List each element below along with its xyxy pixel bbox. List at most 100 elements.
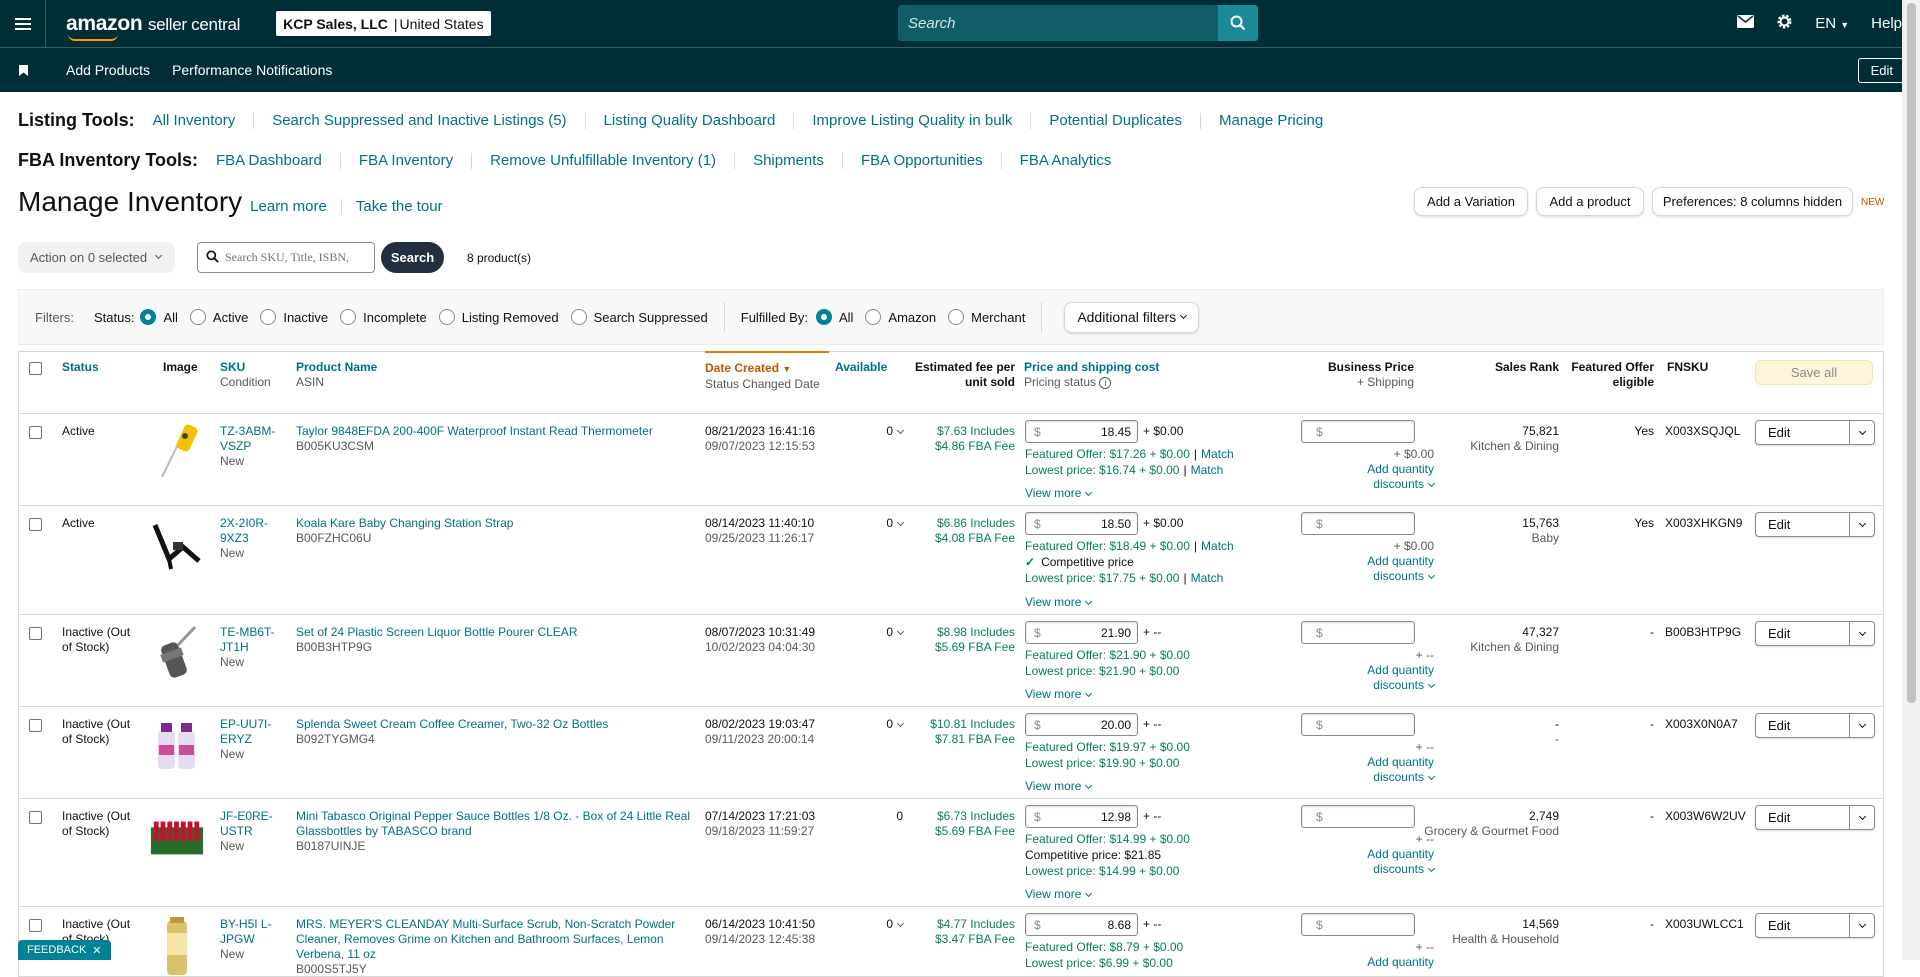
row-fee-total[interactable]: $7.63 Includes — [911, 424, 1015, 439]
row-available[interactable]: 0 — [859, 516, 905, 531]
add-variation-button[interactable]: Add a Variation — [1414, 187, 1528, 216]
link-all-inventory[interactable]: All Inventory — [153, 112, 255, 129]
inventory-search-input[interactable] — [225, 250, 365, 265]
row-available[interactable]: 0 — [859, 625, 905, 640]
help-link[interactable]: Help — [1871, 15, 1902, 32]
row-edit-button[interactable]: Edit — [1755, 420, 1875, 445]
status-search-suppressed-radio[interactable]: Search Suppressed — [570, 309, 708, 325]
match-link[interactable]: Match — [1201, 447, 1234, 461]
link-search-suppressed[interactable]: Search Suppressed and Inactive Listings … — [254, 112, 586, 129]
fulfilled-merchant-radio[interactable]: Merchant — [948, 309, 1025, 325]
col-price[interactable]: Price and shipping cost — [1024, 360, 1159, 375]
add-quantity-discounts-link[interactable]: Add quantity discounts — [1319, 663, 1436, 693]
match-link[interactable]: Match — [1191, 571, 1224, 585]
view-more-link[interactable]: View more — [1025, 687, 1093, 702]
additional-filters-button[interactable]: Additional filters — [1064, 301, 1200, 333]
row-edit-button[interactable]: Edit — [1755, 512, 1875, 537]
link-fba-opportunities[interactable]: FBA Opportunities — [843, 152, 1002, 169]
add-product-button[interactable]: Add a product — [1536, 187, 1644, 216]
menu-icon[interactable] — [0, 0, 46, 47]
price-input[interactable]: $18.50 — [1025, 512, 1138, 535]
row-fee-total[interactable]: $6.86 Includes — [911, 516, 1015, 531]
status-incomplete-radio[interactable]: Incomplete — [340, 309, 427, 325]
view-more-link[interactable]: View more — [1025, 887, 1093, 902]
row-checkbox[interactable] — [29, 719, 42, 732]
product-image[interactable] — [149, 715, 205, 775]
select-all-checkbox[interactable] — [29, 362, 42, 375]
nav-performance-notifications[interactable]: Performance Notifications — [172, 62, 332, 78]
account-switcher[interactable]: KCP Sales, LLC | United States — [276, 11, 491, 36]
view-more-link[interactable]: View more — [1025, 779, 1093, 794]
product-image[interactable] — [149, 422, 205, 482]
row-available[interactable]: 0 — [859, 809, 903, 824]
row-product-name[interactable]: Splenda Sweet Cream Coffee Creamer, Two-… — [296, 717, 699, 732]
mail-icon[interactable] — [1737, 15, 1755, 32]
row-product-name[interactable]: Mini Tabasco Original Pepper Sauce Bottl… — [296, 809, 699, 839]
status-active-radio[interactable]: Active — [189, 309, 248, 325]
link-improve-quality-bulk[interactable]: Improve Listing Quality in bulk — [794, 112, 1032, 129]
row-sku[interactable]: BY-H5I L-JPGW — [220, 917, 280, 947]
link-shipments[interactable]: Shipments — [735, 152, 843, 169]
add-quantity-discounts-link[interactable]: Add quantity discounts — [1319, 755, 1436, 785]
seller-central-logo[interactable]: amazon seller central — [66, 12, 240, 41]
row-sku[interactable]: TZ-3ABM-VSZP — [220, 424, 280, 454]
business-price-input[interactable]: $ — [1301, 805, 1415, 828]
gear-icon[interactable] — [1776, 13, 1793, 34]
match-link[interactable]: Match — [1201, 539, 1234, 553]
search-icon[interactable] — [1218, 5, 1258, 41]
nav-edit-button[interactable]: Edit — [1857, 58, 1906, 83]
product-image[interactable] — [149, 514, 205, 574]
product-image[interactable] — [149, 915, 205, 975]
link-fba-analytics[interactable]: FBA Analytics — [1002, 152, 1130, 169]
row-checkbox[interactable] — [29, 919, 42, 932]
row-sku[interactable]: JF-E0RE-USTR — [220, 809, 280, 839]
col-status[interactable]: Status — [62, 360, 99, 374]
link-manage-pricing[interactable]: Manage Pricing — [1201, 112, 1341, 129]
feedback-tab[interactable]: FEEDBACK ✕ — [18, 940, 111, 960]
price-input[interactable]: $21.90 — [1025, 621, 1138, 644]
row-fee-total[interactable]: $8.98 Includes — [911, 625, 1015, 640]
business-price-input[interactable]: $ — [1301, 621, 1415, 644]
inventory-search-button[interactable]: Search — [381, 242, 444, 273]
col-sku[interactable]: SKU — [220, 360, 271, 375]
row-sku[interactable]: EP-UU7I-ERYZ — [220, 717, 280, 747]
col-date-created[interactable]: Date Created ▼ — [705, 361, 829, 377]
row-fee-total[interactable]: $10.81 Includes — [911, 717, 1015, 732]
row-product-name[interactable]: Taylor 9848EFDA 200-400F Waterproof Inst… — [296, 424, 699, 439]
view-more-link[interactable]: View more — [1025, 595, 1093, 610]
status-all-radio[interactable]: All — [140, 309, 178, 325]
global-search-input[interactable] — [898, 5, 1218, 41]
row-available[interactable]: 0 — [859, 717, 905, 732]
status-inactive-radio[interactable]: Inactive — [260, 309, 328, 325]
fulfilled-all-radio[interactable]: All — [815, 309, 853, 325]
add-quantity-discounts-link[interactable]: Add quantity discounts — [1319, 554, 1436, 584]
row-sku[interactable]: TE-MB6T-JT1H — [220, 625, 280, 655]
row-edit-button[interactable]: Edit — [1755, 713, 1875, 738]
row-edit-button[interactable]: Edit — [1755, 621, 1875, 646]
row-available[interactable]: 0 — [859, 424, 905, 439]
price-input[interactable]: $8.68 — [1025, 913, 1138, 936]
link-potential-duplicates[interactable]: Potential Duplicates — [1031, 112, 1201, 129]
row-available[interactable]: 0 — [859, 917, 905, 932]
price-input[interactable]: $12.98 — [1025, 805, 1138, 828]
row-checkbox[interactable] — [29, 518, 42, 531]
row-checkbox[interactable] — [29, 811, 42, 824]
price-input[interactable]: $20.00 — [1025, 713, 1138, 736]
language-selector[interactable]: EN ▼ — [1815, 15, 1849, 32]
row-edit-button[interactable]: Edit — [1755, 913, 1875, 938]
business-price-input[interactable]: $ — [1301, 420, 1415, 443]
row-checkbox[interactable] — [29, 627, 42, 640]
row-product-name[interactable]: Set of 24 Plastic Screen Liquor Bottle P… — [296, 625, 699, 640]
save-all-button[interactable]: Save all — [1755, 360, 1873, 385]
col-product-name[interactable]: Product Name — [296, 360, 377, 375]
link-fba-dashboard[interactable]: FBA Dashboard — [216, 152, 341, 169]
row-checkbox[interactable] — [29, 426, 42, 439]
preferences-button[interactable]: Preferences: 8 columns hidden — [1652, 187, 1853, 216]
row-sku[interactable]: 2X-2I0R-9XZ3 — [220, 516, 280, 546]
link-remove-unfulfillable[interactable]: Remove Unfulfillable Inventory (1) — [472, 152, 736, 169]
match-link[interactable]: Match — [1191, 463, 1224, 477]
fulfilled-amazon-radio[interactable]: Amazon — [865, 309, 936, 325]
link-listing-quality[interactable]: Listing Quality Dashboard — [586, 112, 795, 129]
view-more-link[interactable]: View more — [1025, 486, 1093, 501]
link-fba-inventory[interactable]: FBA Inventory — [341, 152, 473, 169]
